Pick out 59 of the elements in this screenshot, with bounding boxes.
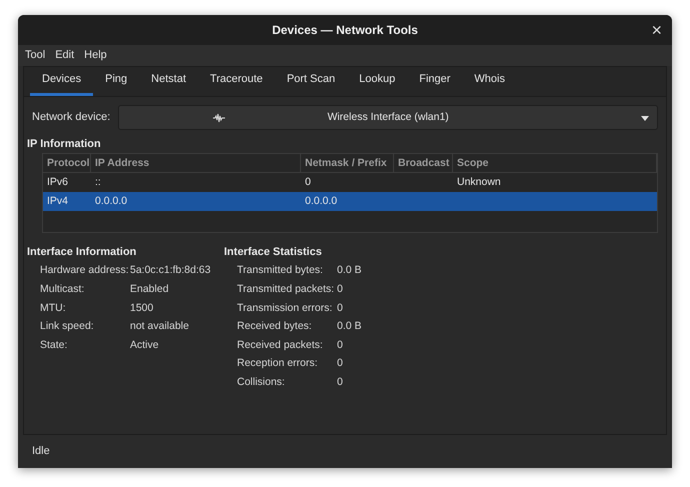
field-label: Hardware address: [40, 263, 130, 278]
field-value: Enabled [130, 282, 169, 298]
column-header[interactable]: Netmask / Prefix [301, 154, 394, 172]
field-value: not available [130, 319, 189, 334]
field-label: Collisions: [237, 374, 286, 390]
field-label: Received packets: [237, 338, 324, 353]
wave-icon [213, 113, 226, 123]
column-header[interactable]: Broadcast [394, 154, 453, 172]
field-value: 0.0 B [337, 319, 362, 334]
menu-item[interactable]: Edit [50, 47, 80, 64]
device-label: Network device: [32, 110, 110, 126]
table-cell: Unknown [457, 176, 501, 188]
menu-item[interactable]: Help [79, 47, 112, 64]
field-label: Link speed: [40, 319, 95, 334]
window-title: Devices — Network Tools [272, 22, 418, 39]
column-header[interactable]: Protocol [43, 154, 91, 172]
field-label: Received bytes: [237, 319, 313, 334]
column-header[interactable]: Scope [453, 154, 657, 172]
dropdown-arrow-icon [641, 116, 649, 121]
section-title: Interface Statistics [224, 245, 323, 260]
section-title: Interface Information [27, 245, 138, 260]
table-cell: IPv4 [47, 194, 68, 207]
field-value: Active [130, 338, 159, 353]
field-label: Multicast: [40, 282, 86, 298]
table-row[interactable]: IPv6 :: 0 Unknown [43, 173, 657, 192]
field-label: Transmitted bytes: [237, 263, 324, 278]
table-cell: :: [95, 176, 101, 188]
tab[interactable]: Lookup [347, 66, 408, 96]
tab[interactable]: Netstat [139, 66, 198, 96]
field-value: 0 [337, 356, 343, 372]
status-text: Idle [32, 444, 50, 460]
close-button[interactable]: × [649, 20, 664, 40]
table-cell: 0.0.0.0 [95, 194, 128, 207]
tab[interactable]: Finger [407, 66, 462, 96]
tab[interactable]: Port Scan [274, 66, 348, 96]
section-title: IP Information [26, 137, 102, 152]
table-cell: IPv6 [47, 176, 68, 188]
field-label: Transmitted packets: [237, 282, 336, 298]
tab[interactable]: Ping [93, 66, 140, 96]
field-value: 0 [337, 300, 343, 316]
tab[interactable]: Whois [462, 66, 517, 96]
field-value: 0 [337, 338, 343, 353]
field-label: MTU: [40, 300, 67, 316]
menu-item[interactable]: Tool [20, 47, 50, 64]
field-value: 5a:0c:c1:fb:8d:63 [130, 263, 211, 278]
tab[interactable]: Devices [30, 66, 94, 96]
table-row[interactable]: IPv4 0.0.0.0 0.0.0.0 [43, 192, 657, 211]
field-label: State: [40, 338, 68, 353]
field-value: 0 [337, 374, 343, 390]
field-label: Transmission errors: [237, 300, 334, 316]
field-value: 0.0 B [337, 263, 362, 278]
tab[interactable]: Traceroute [198, 66, 275, 96]
table-cell: 0 [305, 176, 311, 188]
field-value: 0 [337, 282, 343, 298]
device-dropdown[interactable]: Wireless Interface (wlan1) [118, 105, 658, 130]
column-header[interactable]: IP Address [91, 154, 301, 172]
field-label: Reception errors: [237, 356, 319, 372]
table-cell: 0.0.0.0 [305, 194, 338, 207]
field-value: 1500 [130, 300, 154, 316]
